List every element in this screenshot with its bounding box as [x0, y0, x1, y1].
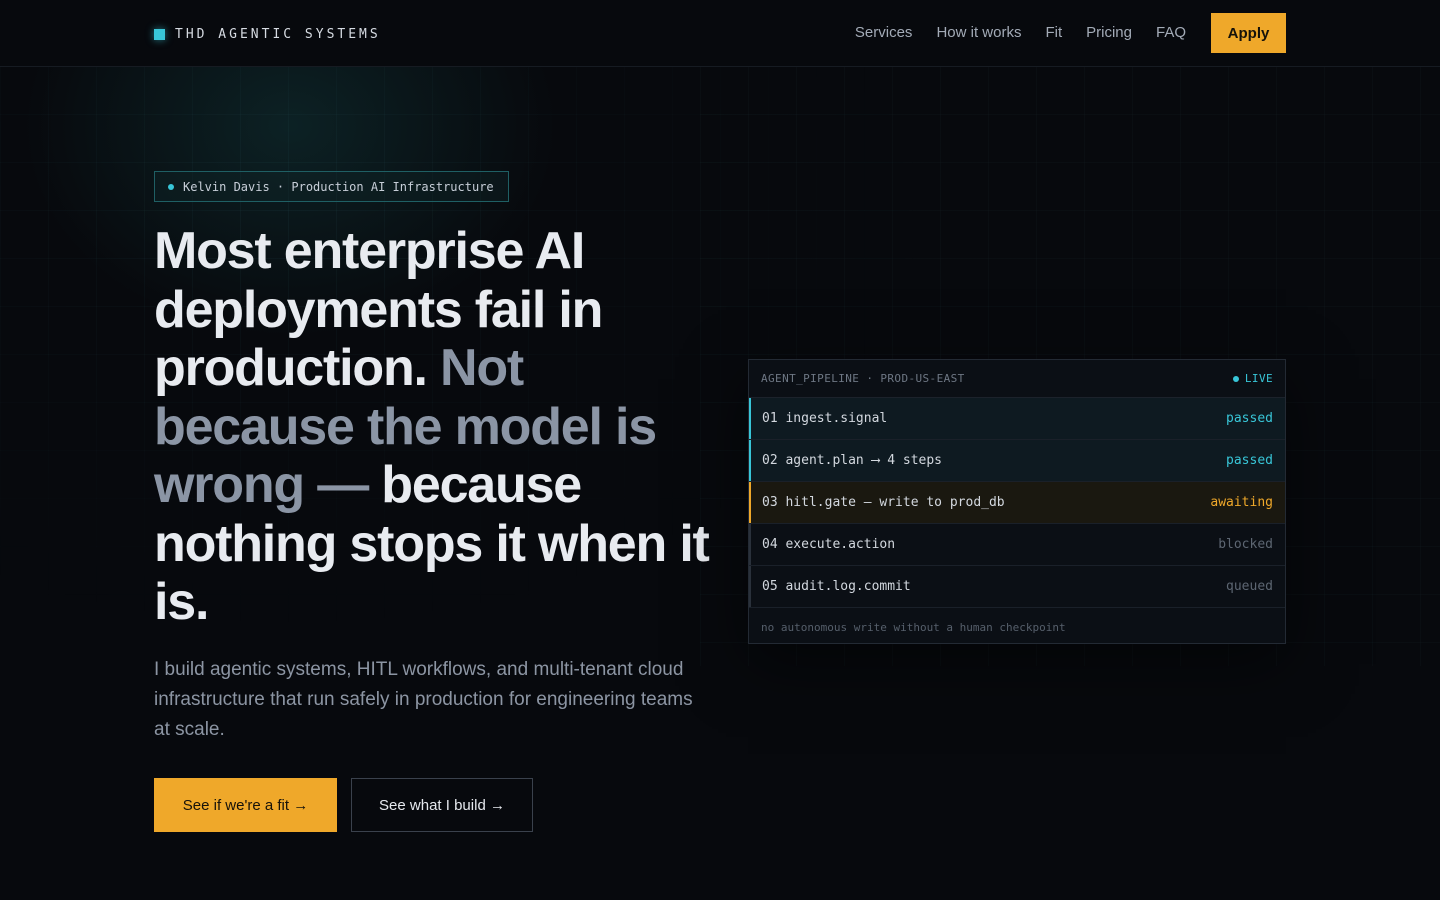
agent-pipeline-panel: AGENT_PIPELINE · PROD-US-EAST LIVE 01 in… — [748, 359, 1286, 644]
pipeline-step-status: passed — [1226, 411, 1273, 426]
live-indicator: LIVE — [1232, 372, 1273, 385]
nav-link-faq[interactable]: FAQ — [1156, 24, 1186, 41]
nav-link-fit[interactable]: Fit — [1045, 24, 1062, 41]
pipeline-step-status: queued — [1226, 579, 1273, 594]
pipeline-step-label: 04 execute.action — [762, 537, 896, 552]
pipeline-title: AGENT_PIPELINE · PROD-US-EAST — [761, 372, 965, 385]
pipeline-step-label: 03 hitl.gate — write to prod_db — [762, 495, 1005, 510]
hero-subtext: I build agentic systems, HITL workflows,… — [154, 659, 693, 740]
brand-name: THD AGENTIC SYSTEMS — [175, 26, 381, 42]
nav-link-pricing[interactable]: Pricing — [1086, 24, 1132, 41]
top-navigation: THD AGENTIC SYSTEMS Services How it work… — [0, 0, 1440, 67]
nav-link-how-it-works[interactable]: How it works — [936, 24, 1021, 41]
nav-links: Services How it works Fit Pricing FAQ — [855, 24, 1186, 41]
pipeline-header: AGENT_PIPELINE · PROD-US-EAST LIVE — [749, 360, 1285, 398]
headline-part-1: Most enterprise AI deployments fail in p… — [154, 222, 603, 397]
live-label: LIVE — [1244, 372, 1273, 385]
see-if-fit-button[interactable]: See if we're a fit → — [154, 778, 337, 832]
pipeline-step-status: awaiting — [1210, 495, 1273, 510]
status-dot-icon — [168, 183, 174, 190]
brand-square-icon — [154, 28, 165, 40]
pipeline-step-label: 01 ingest.signal — [762, 411, 888, 426]
author-badge-text: Kelvin Davis · Production AI Infrastruct… — [183, 179, 494, 194]
pipeline-step-label: 02 agent.plan ⟶ 4 steps — [762, 453, 943, 468]
hero-headline: Most enterprise AI deployments fail in p… — [154, 222, 714, 632]
pipeline-step-status: blocked — [1218, 537, 1273, 552]
pipeline-step: 03 hitl.gate — write to prod_db awaiting — [749, 482, 1285, 524]
apply-button[interactable]: Apply — [1211, 13, 1286, 53]
pipeline-step: 05 audit.log.commit queued — [749, 566, 1285, 608]
pipeline-step: 02 agent.plan ⟶ 4 steps passed — [749, 440, 1285, 482]
author-badge: Kelvin Davis · Production AI Infrastruct… — [154, 171, 509, 202]
live-dot-icon — [1232, 375, 1239, 382]
pipeline-step-status: passed — [1226, 453, 1273, 468]
brand-logo[interactable]: THD AGENTIC SYSTEMS — [154, 24, 381, 44]
nav-link-services[interactable]: Services — [855, 24, 913, 41]
pipeline-step: 01 ingest.signal passed — [749, 398, 1285, 440]
pipeline-step: 04 execute.action blocked — [749, 524, 1285, 566]
pipeline-step-label: 05 audit.log.commit — [762, 579, 911, 594]
pipeline-footer: no autonomous write without a human chec… — [761, 620, 1066, 634]
see-what-i-build-button[interactable]: See what I build → — [351, 778, 533, 832]
